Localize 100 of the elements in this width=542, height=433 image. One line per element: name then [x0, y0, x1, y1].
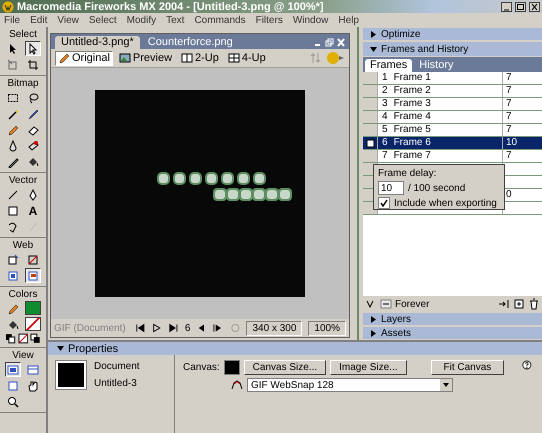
- frame-number: 3: [382, 98, 388, 110]
- frame-row[interactable]: 1 Frame 1 7: [363, 72, 542, 85]
- document-tab[interactable]: Untitled-3.png*: [55, 36, 140, 49]
- show-slices-icon: [27, 270, 39, 282]
- no-color-icon[interactable]: [18, 333, 28, 344]
- restore-icon[interactable]: [325, 38, 334, 47]
- view-tab[interactable]: Original: [55, 50, 113, 66]
- menu-item[interactable]: Filters: [256, 14, 283, 26]
- frame-row[interactable]: 7 Frame 7 7: [363, 150, 542, 163]
- document-thumbnail: [56, 361, 86, 389]
- default-colors-icon[interactable]: [5, 333, 16, 344]
- standard-screen-tool[interactable]: [5, 362, 21, 377]
- help-icon[interactable]: [522, 359, 532, 371]
- text-tool[interactable]: A: [25, 203, 41, 218]
- eraser-icon: [27, 124, 39, 136]
- loop-setting[interactable]: Forever: [395, 298, 430, 310]
- frame-name[interactable]: Frame 4: [394, 111, 431, 123]
- trash-icon[interactable]: [528, 298, 540, 310]
- crop-icon: [27, 58, 39, 70]
- canvas-label: Canvas:: [182, 362, 220, 373]
- frame-row-handle: [363, 150, 378, 162]
- frame-name[interactable]: Frame 7: [394, 150, 431, 162]
- view-tab[interactable]: 2-Up: [178, 50, 222, 66]
- play-icon[interactable]: [151, 322, 162, 334]
- zoom-menu[interactable]: 100%: [308, 320, 346, 336]
- new-frame-icon[interactable]: [513, 298, 525, 310]
- menu-item[interactable]: Help: [338, 14, 359, 26]
- frame-row[interactable]: 2 Frame 2 7: [363, 85, 542, 98]
- optimize-icon: [230, 379, 243, 391]
- rectangle-icon: [7, 204, 19, 216]
- frame-row[interactable]: 3 Frame 3 7: [363, 98, 542, 111]
- checkmark-icon: [380, 199, 388, 207]
- first-frame-icon[interactable]: [134, 322, 146, 334]
- panel-header[interactable]: Layers: [363, 313, 542, 325]
- panel-header[interactable]: Frames and History: [363, 42, 542, 56]
- frame-name[interactable]: Frame 5: [394, 124, 431, 136]
- launch-editor-icon[interactable]: [325, 51, 345, 65]
- menu-item[interactable]: Edit: [30, 14, 48, 26]
- frame-name[interactable]: Frame 3: [394, 98, 431, 110]
- minimize-button[interactable]: [501, 2, 512, 12]
- zoom-tool[interactable]: [5, 394, 21, 409]
- optimize-dropdown[interactable]: GIF WebSnap 128: [246, 378, 453, 392]
- frame-row[interactable]: 6 Frame 6 10: [363, 137, 542, 150]
- frame-row-handle: [363, 124, 378, 136]
- hollow-pointer-tool[interactable]: [25, 41, 41, 56]
- swap-colors-icon[interactable]: [30, 333, 42, 344]
- magic-wand-icon: [7, 108, 19, 120]
- menu-item[interactable]: Modify: [126, 14, 156, 26]
- section-title: View: [12, 350, 34, 361]
- canvas-size-button[interactable]: Canvas Size...: [244, 360, 326, 375]
- pencil-icon: [58, 52, 70, 64]
- frame-row-handle: [363, 85, 378, 97]
- frame-number: 6: [382, 137, 388, 149]
- hotspot-icon: [7, 254, 19, 266]
- menu-item[interactable]: Window: [292, 14, 328, 26]
- pencil-icon: [7, 302, 19, 314]
- frame-name[interactable]: Frame 1: [394, 72, 431, 84]
- stroke-none-swatch[interactable]: [25, 317, 41, 331]
- crop-tool[interactable]: [25, 57, 41, 72]
- view-tab[interactable]: Preview: [116, 50, 176, 66]
- onion-skin-icon[interactable]: [366, 138, 374, 148]
- panel-header[interactable]: Optimize: [363, 28, 542, 40]
- menu-item[interactable]: File: [4, 14, 20, 26]
- frame-name[interactable]: Frame 2: [394, 85, 431, 97]
- panel-tab[interactable]: History: [414, 59, 459, 72]
- frame-delay: 7: [506, 98, 512, 109]
- brush-icon: [27, 108, 39, 120]
- frame-row[interactable]: 4 Frame 4 7: [363, 111, 542, 124]
- menu-item[interactable]: Text: [166, 14, 184, 26]
- section-title: Vector: [8, 175, 38, 186]
- document-tab[interactable]: Counterforce.png: [142, 36, 239, 49]
- menu-item[interactable]: View: [57, 14, 79, 26]
- loop-icon[interactable]: [380, 298, 392, 310]
- drop-icon: [7, 140, 19, 152]
- panel-tab[interactable]: Frames: [365, 59, 412, 72]
- menu-item[interactable]: Select: [88, 14, 117, 26]
- view-tab[interactable]: 4-Up: [224, 50, 269, 66]
- maximize-button[interactable]: [515, 2, 526, 12]
- frame-name[interactable]: Frame 6: [394, 137, 431, 149]
- freeform-icon: [7, 220, 19, 232]
- pencil-icon: [7, 124, 19, 136]
- frame-delay-label: Frame delay:: [378, 168, 438, 179]
- panel-header[interactable]: Properties: [48, 342, 542, 355]
- include-label: Include when exporting: [394, 198, 497, 208]
- menu-screen-icon: [27, 364, 39, 376]
- last-frame-icon[interactable]: [168, 322, 179, 334]
- app-logo-icon: [2, 0, 14, 12]
- menu-item[interactable]: Commands: [194, 14, 246, 26]
- fit-canvas-button[interactable]: Fit Canvas: [430, 360, 504, 375]
- show-slices-tool[interactable]: [25, 268, 41, 283]
- frame-delay: 7: [506, 85, 512, 96]
- panel-header[interactable]: Assets: [363, 327, 542, 339]
- distribute-icon[interactable]: [498, 298, 510, 310]
- close-icon[interactable]: [337, 38, 345, 47]
- frame-delay-field[interactable]: 10: [378, 181, 404, 195]
- image-size-button[interactable]: Image Size...: [330, 360, 406, 375]
- include-checkbox[interactable]: [378, 197, 390, 209]
- close-button[interactable]: [529, 2, 540, 12]
- canvas-color-swatch[interactable]: [224, 360, 240, 375]
- fill-color-swatch[interactable]: [25, 301, 41, 315]
